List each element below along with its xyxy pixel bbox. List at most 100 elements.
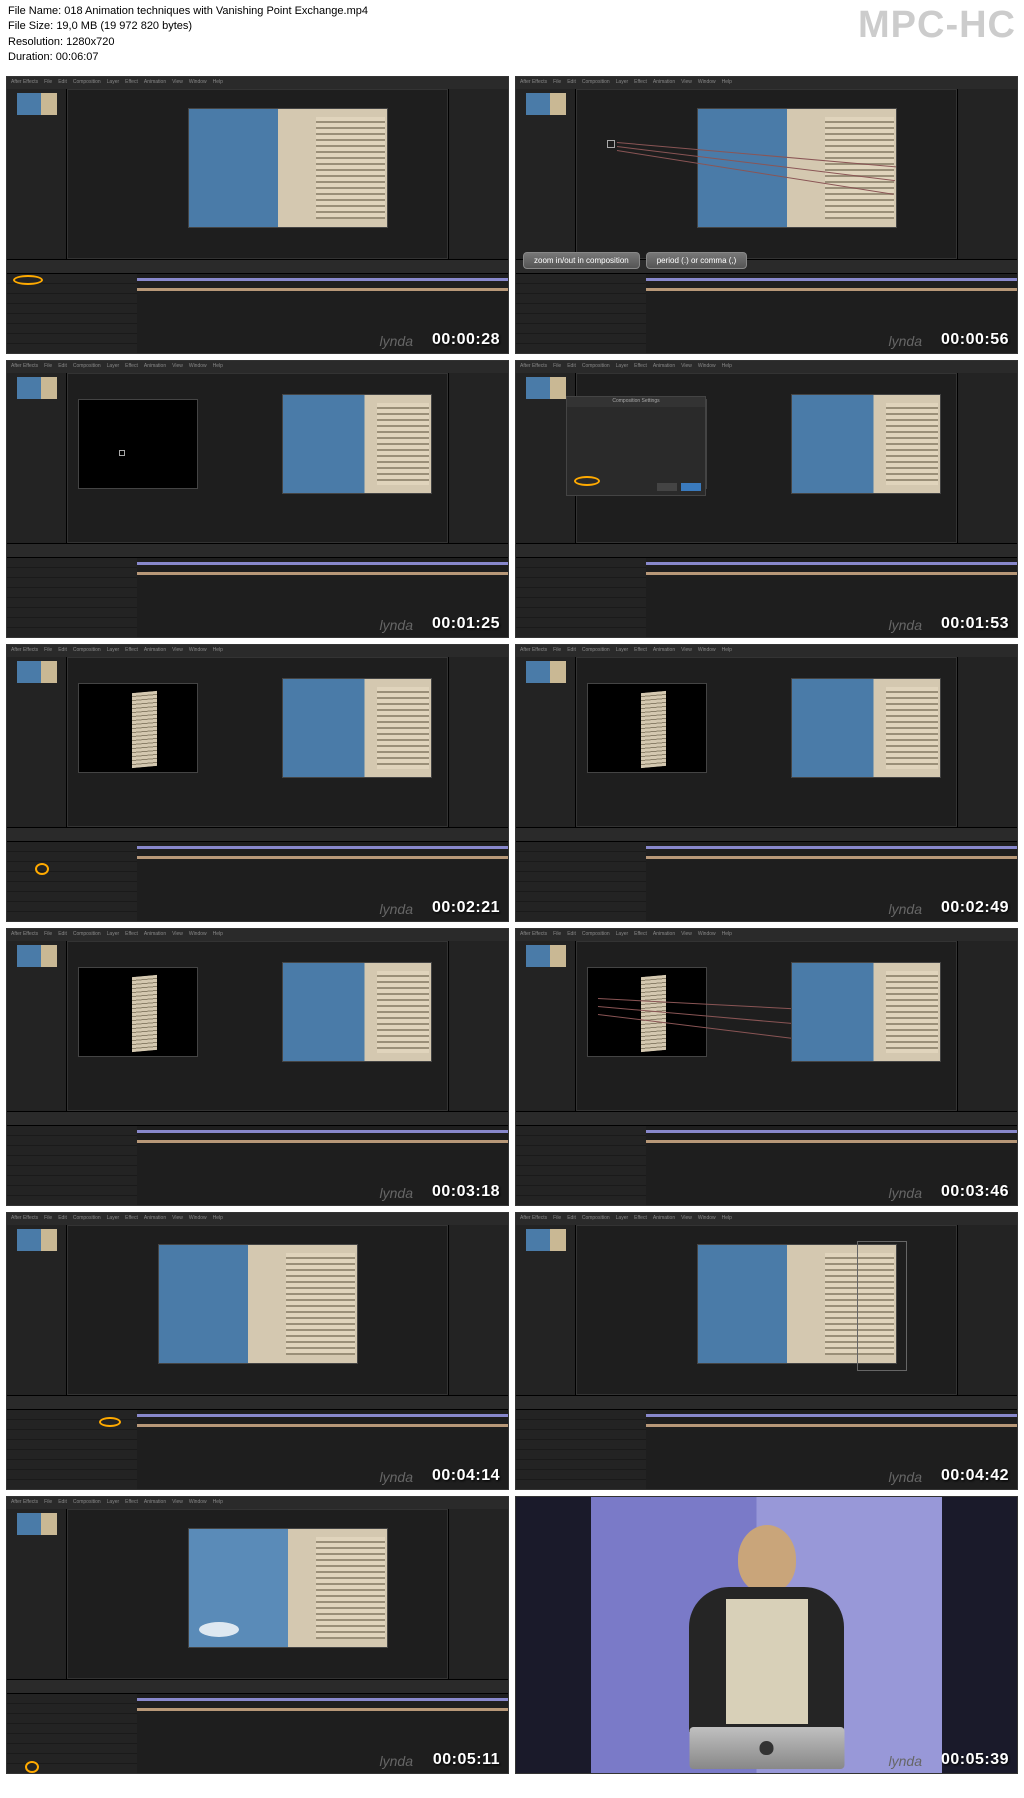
track-row[interactable]: [516, 1440, 646, 1450]
composition-viewport[interactable]: [576, 89, 957, 259]
menu-item[interactable]: View: [172, 647, 183, 655]
effects-panel[interactable]: [448, 1509, 508, 1679]
track-row[interactable]: [516, 558, 646, 568]
effects-panel[interactable]: [957, 373, 1017, 543]
video-thumbnail[interactable]: After EffectsFileEditCompositionLayerEff…: [6, 360, 509, 638]
composition-viewport[interactable]: [576, 941, 957, 1111]
track-row[interactable]: [7, 862, 137, 872]
composition-viewport[interactable]: [576, 657, 957, 827]
video-thumbnail[interactable]: After EffectsFileEditCompositionLayerEff…: [6, 76, 509, 354]
video-thumbnail[interactable]: lynda00:05:39: [515, 1496, 1018, 1774]
track-row[interactable]: [7, 598, 137, 608]
right-viewport[interactable]: [282, 678, 432, 778]
track-row[interactable]: [7, 892, 137, 902]
track-row[interactable]: [7, 324, 137, 334]
menu-item[interactable]: File: [553, 363, 561, 371]
track-row[interactable]: [516, 1146, 646, 1156]
video-thumbnail[interactable]: After EffectsFileEditCompositionLayerEff…: [515, 360, 1018, 638]
menu-item[interactable]: View: [681, 1215, 692, 1223]
track-row[interactable]: [516, 568, 646, 578]
menu-item[interactable]: Edit: [567, 931, 576, 939]
menu-item[interactable]: File: [553, 931, 561, 939]
menu-item[interactable]: Help: [213, 79, 223, 87]
menu-item[interactable]: Edit: [58, 1499, 67, 1507]
track-row[interactable]: [516, 892, 646, 902]
track-row[interactable]: [516, 1166, 646, 1176]
menu-item[interactable]: Help: [722, 931, 732, 939]
menu-item[interactable]: Layer: [616, 647, 629, 655]
track-row[interactable]: [516, 1410, 646, 1420]
track-row[interactable]: [7, 1166, 137, 1176]
project-panel[interactable]: [7, 89, 67, 259]
menu-item[interactable]: Animation: [144, 1215, 166, 1223]
menu-item[interactable]: After Effects: [520, 79, 547, 87]
menu-item[interactable]: Layer: [107, 1215, 120, 1223]
track-row[interactable]: [7, 1176, 137, 1186]
menu-item[interactable]: Edit: [567, 1215, 576, 1223]
left-viewport[interactable]: [587, 683, 707, 773]
menu-item[interactable]: Window: [698, 1215, 716, 1223]
menu-item[interactable]: Window: [189, 1499, 207, 1507]
track-row[interactable]: [7, 294, 137, 304]
left-viewport[interactable]: [78, 399, 198, 489]
right-viewport[interactable]: [282, 962, 432, 1062]
cancel-button[interactable]: [657, 483, 677, 491]
menu-item[interactable]: Animation: [653, 647, 675, 655]
menu-item[interactable]: Help: [722, 79, 732, 87]
menu-item[interactable]: Window: [189, 363, 207, 371]
track-row[interactable]: [516, 304, 646, 314]
video-thumbnail[interactable]: After EffectsFileEditCompositionLayerEff…: [6, 1212, 509, 1490]
menu-item[interactable]: Edit: [58, 1215, 67, 1223]
menu-item[interactable]: Animation: [653, 363, 675, 371]
project-panel[interactable]: [7, 657, 67, 827]
menu-item[interactable]: Window: [189, 1215, 207, 1223]
menu-item[interactable]: After Effects: [520, 1215, 547, 1223]
menu-item[interactable]: File: [553, 647, 561, 655]
menu-item[interactable]: Effect: [125, 363, 138, 371]
track-row[interactable]: [7, 902, 137, 912]
menu-item[interactable]: Composition: [582, 79, 610, 87]
video-thumbnail[interactable]: After EffectsFileEditCompositionLayerEff…: [6, 644, 509, 922]
menu-item[interactable]: Composition: [582, 647, 610, 655]
track-row[interactable]: [7, 1470, 137, 1480]
menu-item[interactable]: Help: [213, 1499, 223, 1507]
menu-item[interactable]: Help: [722, 1215, 732, 1223]
menu-item[interactable]: Help: [213, 363, 223, 371]
track-row[interactable]: [7, 1186, 137, 1196]
menu-item[interactable]: Effect: [634, 79, 647, 87]
track-row[interactable]: [516, 862, 646, 872]
menu-item[interactable]: File: [44, 647, 52, 655]
menu-item[interactable]: File: [44, 931, 52, 939]
composition-viewport[interactable]: [67, 1509, 448, 1679]
menu-item[interactable]: Window: [698, 79, 716, 87]
menu-item[interactable]: View: [172, 363, 183, 371]
menu-item[interactable]: Composition: [582, 1215, 610, 1223]
track-row[interactable]: [7, 1734, 137, 1744]
track-row[interactable]: [7, 882, 137, 892]
ok-button[interactable]: [681, 483, 701, 491]
effects-panel[interactable]: [448, 657, 508, 827]
menu-item[interactable]: Layer: [107, 1499, 120, 1507]
menu-item[interactable]: Window: [698, 363, 716, 371]
menu-item[interactable]: Window: [189, 647, 207, 655]
effects-panel[interactable]: [957, 1225, 1017, 1395]
menu-item[interactable]: Help: [213, 647, 223, 655]
menu-item[interactable]: View: [172, 931, 183, 939]
track-row[interactable]: [7, 1156, 137, 1166]
menu-item[interactable]: Animation: [653, 1215, 675, 1223]
track-row[interactable]: [7, 842, 137, 852]
track-row[interactable]: [7, 852, 137, 862]
menu-item[interactable]: Composition: [73, 931, 101, 939]
video-thumbnail[interactable]: After EffectsFileEditCompositionLayerEff…: [6, 928, 509, 1206]
video-thumbnail[interactable]: After EffectsFileEditCompositionLayerEff…: [515, 1212, 1018, 1490]
track-row[interactable]: [516, 274, 646, 284]
track-row[interactable]: [516, 294, 646, 304]
menu-item[interactable]: Layer: [107, 79, 120, 87]
track-row[interactable]: [7, 314, 137, 324]
menu-item[interactable]: Window: [698, 931, 716, 939]
track-row[interactable]: [7, 618, 137, 628]
menu-item[interactable]: After Effects: [11, 363, 38, 371]
menu-item[interactable]: View: [172, 1215, 183, 1223]
track-row[interactable]: [7, 1694, 137, 1704]
effects-panel[interactable]: [957, 657, 1017, 827]
